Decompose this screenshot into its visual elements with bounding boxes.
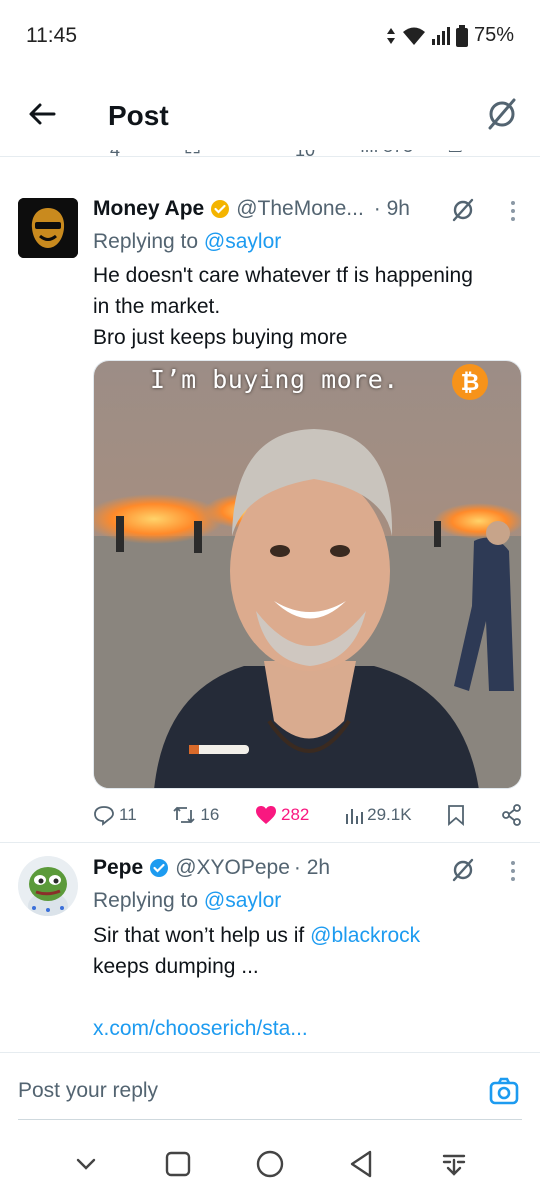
verified-icon [211, 200, 230, 218]
reply-composer: Post your reply [0, 1052, 540, 1122]
mention-link[interactable]: @saylor [204, 230, 281, 253]
grok-icon[interactable] [450, 857, 476, 883]
page-title: Post [108, 100, 169, 131]
like-icon [256, 806, 277, 824]
avatar[interactable] [18, 856, 78, 916]
svg-text:₿: ₿ [461, 369, 480, 395]
mention-link[interactable]: @blackrock [310, 924, 420, 947]
display-name[interactable]: Pepe [93, 856, 143, 880]
status-icons: 75% [386, 24, 514, 47]
camera-icon[interactable] [488, 1075, 520, 1107]
reply-input[interactable]: Post your reply [18, 1079, 158, 1103]
back-icon[interactable] [344, 1146, 380, 1182]
bitcoin-icon: ₿ [452, 364, 488, 400]
bookmark-icon[interactable] [447, 804, 465, 826]
avatar[interactable] [18, 198, 78, 258]
repost-button[interactable]: 16 [172, 804, 219, 826]
like-button[interactable]: 282 [255, 805, 309, 825]
chevron-down-icon[interactable] [68, 1146, 104, 1182]
tweet-image[interactable]: I’m buying more. ₿ [93, 360, 522, 789]
back-arrow-icon[interactable] [24, 96, 60, 132]
status-bar: 11:45 75% [0, 0, 540, 72]
more-icon[interactable] [510, 200, 516, 222]
meme-photo [94, 361, 521, 788]
header-divider [0, 156, 540, 157]
image-caption: I’m buying more. [150, 365, 399, 394]
handle[interactable]: @XYOPepe [175, 856, 290, 880]
home-icon[interactable] [252, 1146, 288, 1182]
ape-logo [18, 198, 78, 258]
handle[interactable]: @TheMone... [236, 197, 364, 221]
views-button[interactable]: 29.1K [345, 805, 412, 825]
replying-to: Replying to @saylor [93, 889, 282, 912]
reply-button[interactable]: 11 [93, 804, 137, 826]
repost-icon [173, 806, 196, 824]
recents-icon[interactable] [160, 1146, 196, 1182]
tweet-divider [0, 842, 540, 843]
more-icon[interactable] [510, 860, 516, 882]
verified-icon [150, 859, 169, 877]
signal-icon [431, 26, 450, 45]
timestamp: · 2h [293, 856, 331, 879]
grok-icon[interactable] [484, 96, 520, 132]
tweet-text: Sir that won’t help us if @blackrock kee… [93, 920, 523, 1044]
wifi-icon [402, 27, 425, 45]
reply-underline [18, 1119, 522, 1120]
display-name[interactable]: Money Ape [93, 197, 204, 221]
system-nav-bar [0, 1128, 540, 1200]
battery-level: 75% [473, 24, 514, 46]
timestamp: · 9h [373, 197, 410, 220]
status-time: 11:45 [26, 24, 77, 47]
grok-icon[interactable] [450, 197, 476, 223]
download-icon[interactable] [436, 1146, 472, 1182]
replying-to: Replying to @saylor [93, 230, 282, 253]
pepe-avatar [18, 856, 78, 916]
data-arrows-icon [386, 27, 395, 44]
views-icon [346, 809, 364, 824]
reply-icon [94, 806, 114, 826]
tweet-text: He doesn't care whatever tf is happening… [93, 264, 473, 349]
battery-icon [455, 24, 468, 47]
tweet-header: Money Ape @TheMone... · 9h [93, 197, 410, 221]
tweet-actions: 11 16 282 29.1K [93, 804, 523, 826]
tweet-header: Pepe @XYOPepe · 2h [93, 856, 330, 880]
url-link[interactable]: x.com/chooserich/sta... [93, 1013, 523, 1044]
share-icon[interactable] [501, 804, 523, 826]
top-header: Post [0, 72, 540, 158]
mention-link[interactable]: @saylor [204, 889, 281, 912]
